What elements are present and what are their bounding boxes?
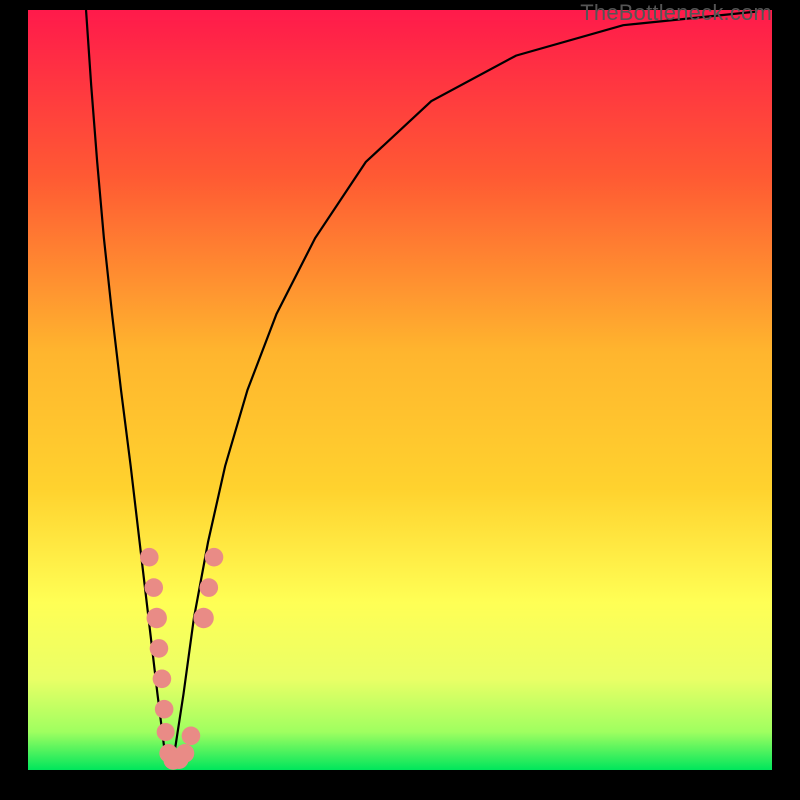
data-dot (182, 727, 201, 746)
data-dot (150, 639, 169, 658)
data-dot (157, 723, 175, 741)
plot-background (28, 10, 772, 770)
data-dot (153, 670, 172, 689)
chart-frame: TheBottleneck.com (0, 0, 800, 800)
data-dot (199, 578, 218, 597)
data-dot (205, 548, 224, 567)
data-dot (176, 744, 195, 763)
data-dot (147, 608, 167, 628)
data-dot (155, 700, 174, 719)
data-dot (193, 608, 213, 628)
data-dot (144, 578, 163, 597)
bottleneck-chart (0, 0, 800, 800)
data-dot (140, 548, 159, 567)
watermark-text: TheBottleneck.com (580, 0, 772, 26)
